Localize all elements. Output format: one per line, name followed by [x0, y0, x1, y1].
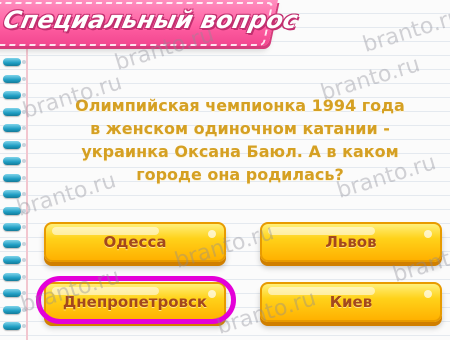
spiral-ring — [3, 157, 26, 165]
answer-label: Львов — [325, 233, 377, 251]
spiral-ring — [3, 91, 26, 99]
spiral-ring — [3, 272, 26, 281]
spiral-ring — [3, 239, 26, 248]
header-title: Специальный вопрос — [0, 6, 301, 34]
spiral-ring — [3, 58, 26, 66]
question-line: в женском одиночном катании - — [90, 119, 390, 138]
spiral-ring — [3, 223, 26, 231]
header-banner: Специальный вопрос — [0, 0, 301, 46]
spiral-ring — [3, 74, 26, 83]
spiral-ring — [3, 305, 26, 314]
question-line: украинка Оксана Баюл. А в каком — [81, 142, 399, 161]
spiral-ring — [3, 256, 26, 264]
spiral-ring — [3, 173, 26, 182]
spiral-ring — [3, 107, 26, 116]
spiral-ring — [3, 124, 26, 132]
spiral-ring — [3, 140, 26, 149]
margin-line — [26, 0, 28, 340]
spiral-ring — [3, 322, 26, 330]
question-line: Олимпийская чемпионка 1994 года — [75, 96, 405, 115]
